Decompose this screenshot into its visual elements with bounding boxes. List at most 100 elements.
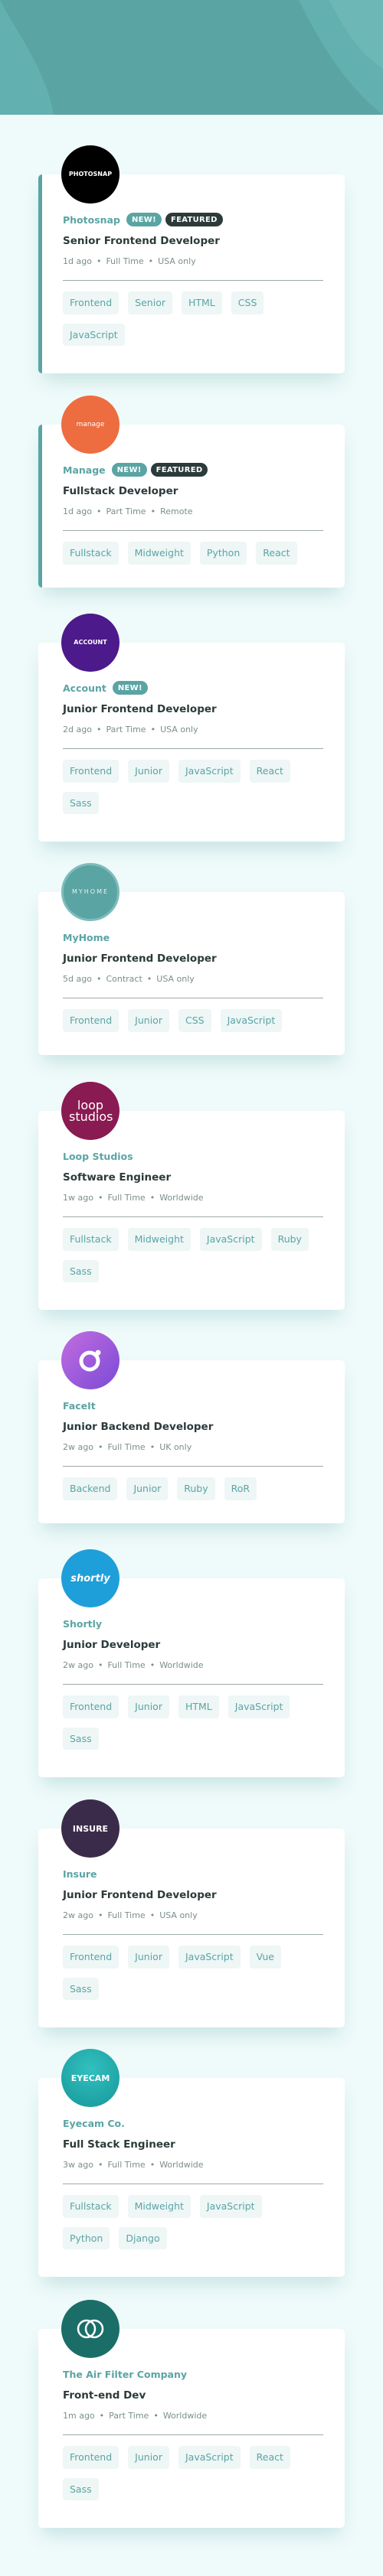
company-row: Photosnap NEW! FEATURED [63, 212, 323, 227]
contract-type: Contract [106, 974, 142, 984]
filter-tag[interactable]: Django [119, 2226, 167, 2249]
filter-tag[interactable]: Junior [128, 1695, 169, 1718]
filter-tag[interactable]: Sass [63, 1977, 99, 2000]
filter-tag[interactable]: Vue [249, 1946, 281, 1969]
filter-tag[interactable]: Midweight [127, 542, 191, 565]
filter-tag[interactable]: Fullstack [63, 542, 119, 565]
filter-tag[interactable]: Frontend [63, 291, 119, 314]
company-name: The Air Filter Company [63, 2368, 188, 2380]
divider [63, 280, 323, 281]
filter-tag[interactable]: Sass [63, 2477, 99, 2500]
filter-tag[interactable]: HTML [181, 291, 222, 314]
job-position-title[interactable]: Junior Developer [63, 1639, 323, 1653]
filter-tag[interactable]: Junior [128, 2446, 169, 2469]
separator-dot: • [97, 1193, 103, 1203]
separator-dot: • [96, 725, 102, 734]
job-card-body: Photosnap NEW! FEATURED Senior Frontend Dev… [63, 212, 323, 355]
filter-tag[interactable]: Frontend [63, 760, 119, 783]
filter-tag[interactable]: CSS [231, 291, 264, 314]
filter-tag[interactable]: RoR [224, 1477, 257, 1500]
filter-tag[interactable]: Ruby [177, 1477, 215, 1500]
job-card[interactable]: FaceIt Junior Backend Developer 2w ago • Ful… [38, 1331, 345, 1523]
job-card[interactable]: ACCOUNT Account NEW! Junior Frontend Develo… [38, 614, 345, 842]
job-card-body: Account NEW! Junior Frontend Developer 2d a… [63, 680, 323, 823]
filter-tag[interactable]: Midweight [127, 2195, 191, 2218]
filter-tag[interactable]: Ruby [270, 1228, 309, 1251]
job-card[interactable]: manage Manage NEW! FEATURED Fullstack Develo… [38, 396, 345, 588]
filter-tag[interactable]: Junior [128, 760, 169, 783]
contract-type: Full Time [107, 1442, 146, 1452]
loop-studios-logo-icon: loop studios [61, 1082, 119, 1140]
eyecam-logo-icon: EYECAM [61, 2049, 119, 2107]
job-position-title[interactable]: Software Engineer [63, 1171, 323, 1185]
job-position-title[interactable]: Full Stack Engineer [63, 2138, 323, 2152]
featured-badge: FEATURED [150, 463, 208, 477]
filter-tag[interactable]: Junior [128, 1009, 169, 1032]
filter-tag[interactable]: React [249, 760, 290, 783]
new-badge: NEW! [111, 463, 147, 477]
job-tags: Fullstack Midweight Python React [63, 542, 323, 574]
filter-tag[interactable]: CSS [178, 1009, 211, 1032]
separator-dot: • [96, 256, 102, 266]
job-card[interactable]: loop studios Loop Studios Software Enginee… [38, 1082, 345, 1310]
filter-tag[interactable]: Midweight [127, 1228, 191, 1251]
job-card[interactable]: EYECAM Eyecam Co. Full Stack Engineer 3w ag… [38, 2049, 345, 2277]
filter-tag[interactable]: JavaScript [178, 760, 241, 783]
job-position-title[interactable]: Junior Frontend Developer [63, 953, 323, 966]
posted-at: 2w ago [63, 1910, 93, 1920]
filter-tag[interactable]: JavaScript [178, 1946, 241, 1969]
filter-tag[interactable]: Senior [128, 291, 172, 314]
job-card[interactable]: INSURE Insure Junior Frontend Developer 2w … [38, 1799, 345, 2027]
filter-tag[interactable]: JavaScript [199, 1228, 262, 1251]
company-row: The Air Filter Company [63, 2366, 323, 2382]
filter-tag[interactable]: Python [199, 542, 247, 565]
company-row: Shortly [63, 1616, 323, 1631]
divider [63, 1216, 323, 1217]
filter-tag[interactable]: Fullstack [63, 1228, 119, 1251]
filter-tag[interactable]: JavaScript [220, 1009, 283, 1032]
filter-tag[interactable]: Frontend [63, 1695, 119, 1718]
posted-at: 1d ago [63, 256, 92, 266]
job-card[interactable]: The Air Filter Company Front-end Dev 1m ag… [38, 2300, 345, 2528]
filter-tag[interactable]: Frontend [63, 1946, 119, 1969]
job-card[interactable]: shortly Shortly Junior Developer 2w ago • Ful… [38, 1549, 345, 1777]
job-position-title[interactable]: Junior Backend Developer [63, 1421, 323, 1435]
posted-at: 3w ago [63, 2160, 93, 2170]
filter-tag[interactable]: Sass [63, 791, 99, 814]
filter-tag[interactable]: React [249, 2446, 290, 2469]
filter-tag[interactable]: React [256, 542, 297, 565]
filter-tag[interactable]: JavaScript [228, 1695, 290, 1718]
job-card[interactable]: MYHOME MyHome Junior Frontend Developer 5d … [38, 863, 345, 1055]
job-card-body: Loop Studios Software Engineer 1w ago • Full… [63, 1148, 323, 1291]
filter-tag[interactable]: Sass [63, 1259, 99, 1282]
filter-tag[interactable]: JavaScript [199, 2195, 262, 2218]
job-location: USA only [159, 1910, 198, 1920]
job-card-body: FaceIt Junior Backend Developer 2w ago • Ful… [63, 1398, 323, 1509]
filter-tag[interactable]: JavaScript [63, 323, 125, 346]
job-tags: Frontend Junior JavaScript React Sass [63, 2446, 323, 2509]
filter-tag[interactable]: Junior [126, 1477, 169, 1500]
filter-tag[interactable]: HTML [178, 1695, 219, 1718]
filter-tag[interactable]: Frontend [63, 1009, 119, 1032]
divider [63, 748, 323, 749]
job-location: Remote [160, 506, 193, 516]
company-name: Manage [63, 464, 106, 476]
job-position-title[interactable]: Junior Frontend Developer [63, 703, 323, 717]
divider [63, 1684, 323, 1685]
job-card[interactable]: PHOTOSNAP Photosnap NEW! FEATURED Senior Fro… [38, 145, 345, 373]
filter-tag[interactable]: Sass [63, 1727, 99, 1750]
filter-tag[interactable]: JavaScript [178, 2446, 241, 2469]
filter-tag[interactable]: Fullstack [63, 2195, 119, 2218]
job-position-title[interactable]: Fullstack Developer [63, 485, 323, 499]
filter-tag[interactable]: Backend [63, 1477, 118, 1500]
company-row: Manage NEW! FEATURED [63, 462, 323, 477]
job-location: Worldwide [159, 1193, 204, 1203]
job-position-title[interactable]: Senior Frontend Developer [63, 235, 323, 249]
filter-tag[interactable]: Junior [128, 1946, 169, 1969]
job-position-title[interactable]: Junior Frontend Developer [63, 1889, 323, 1903]
filter-tag[interactable]: Python [63, 2226, 110, 2249]
job-meta: 2w ago • Full Time • UK only [63, 1442, 323, 1454]
separator-dot: • [97, 1442, 103, 1452]
filter-tag[interactable]: Frontend [63, 2446, 119, 2469]
job-position-title[interactable]: Front-end Dev [63, 2389, 323, 2403]
